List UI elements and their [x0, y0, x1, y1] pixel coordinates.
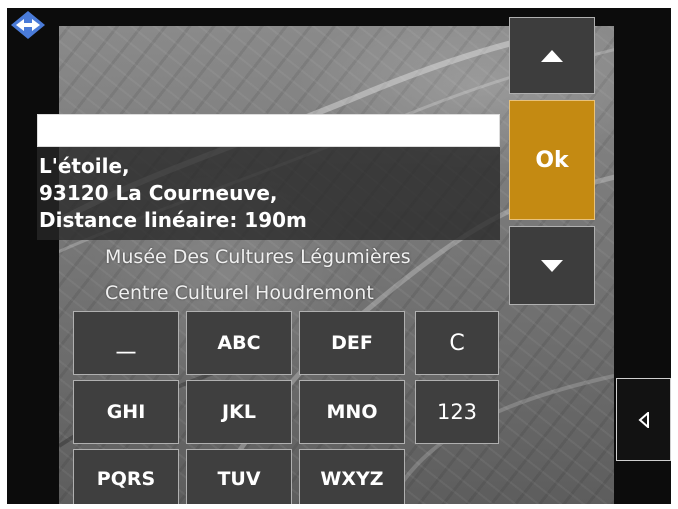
key-wxyz[interactable]: WXYZ	[299, 449, 405, 504]
back-button[interactable]	[616, 378, 671, 461]
result-address: 93120 La Courneuve,	[39, 181, 278, 205]
triangle-left-icon	[637, 411, 649, 428]
key-pqrs[interactable]: PQRS	[73, 449, 179, 504]
triangle-down-icon	[541, 259, 563, 272]
result-distance: Distance linéaire: 190m	[39, 208, 307, 232]
key-clear[interactable]: C	[415, 311, 499, 375]
key-def[interactable]: DEF	[299, 311, 405, 375]
key-mno[interactable]: MNO	[299, 380, 405, 444]
list-item[interactable]: Musée Des Cultures Légumières	[105, 246, 485, 268]
key-tuv[interactable]: TUV	[186, 449, 292, 504]
key-space[interactable]: __	[73, 311, 179, 375]
app-window: L'étoile, 93120 La Courneuve, Distance l…	[7, 8, 671, 504]
key-jkl[interactable]: JKL	[186, 380, 292, 444]
selected-result[interactable]: L'étoile, 93120 La Courneuve, Distance l…	[37, 147, 500, 240]
scroll-down-button[interactable]	[509, 226, 595, 305]
key-ghi[interactable]: GHI	[73, 380, 179, 444]
ok-button[interactable]: Ok	[509, 100, 595, 220]
triangle-up-icon	[541, 49, 563, 62]
scroll-up-button[interactable]	[509, 17, 595, 94]
diamond-arrows-icon	[10, 10, 46, 40]
list-item[interactable]: Centre Culturel Houdremont	[105, 282, 485, 304]
result-name: L'étoile,	[39, 154, 130, 178]
search-input[interactable]	[37, 114, 500, 147]
key-abc[interactable]: ABC	[186, 311, 292, 375]
key-numeric[interactable]: 123	[415, 380, 499, 444]
